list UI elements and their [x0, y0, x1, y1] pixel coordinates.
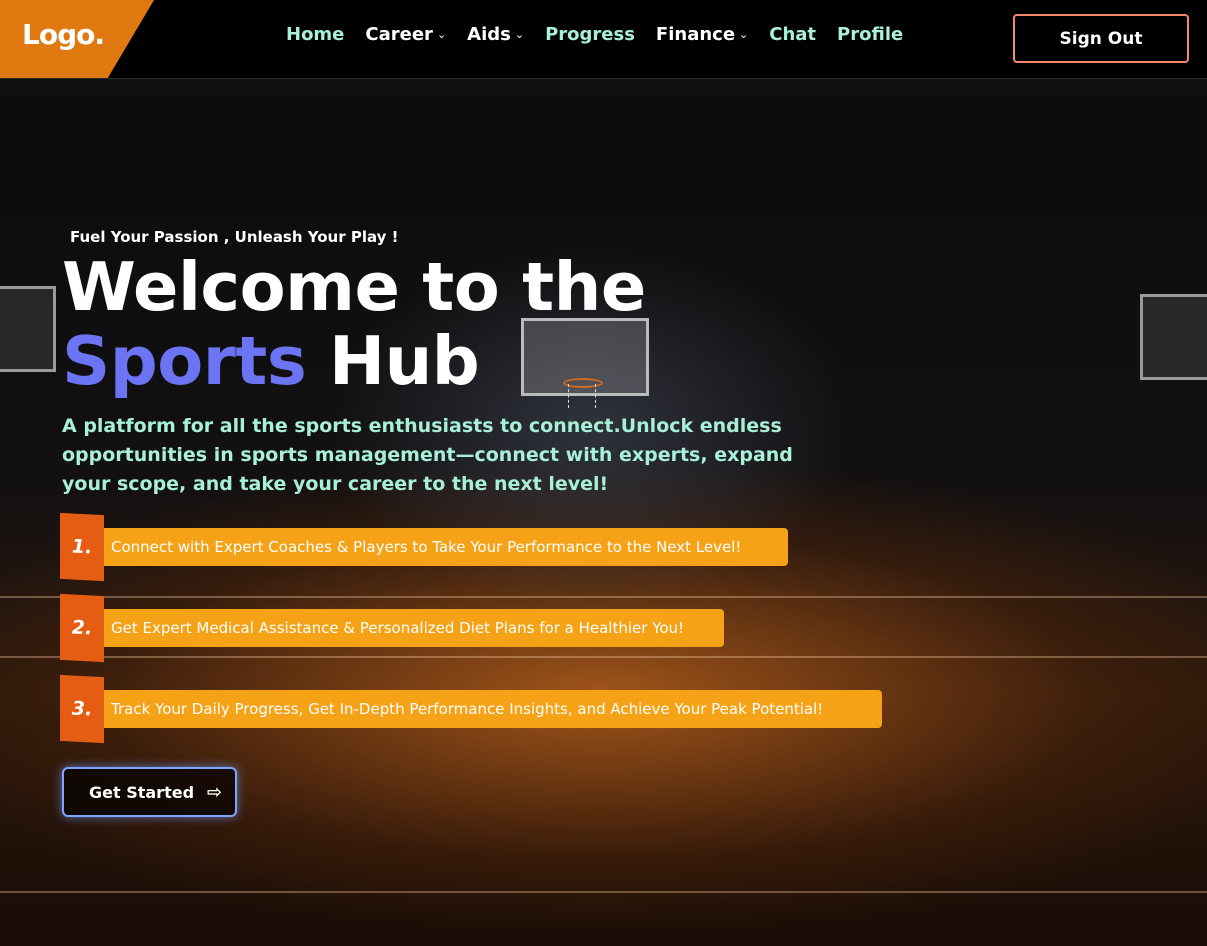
nav-item-profile[interactable]: Profile — [837, 24, 903, 45]
court-line — [0, 596, 1207, 598]
feature-text: Get Expert Medical Assistance & Personal… — [101, 609, 724, 647]
top-navbar: Logo. Home Career ⌄ Aids ⌄ Progress Financ… — [0, 0, 1207, 79]
sign-out-button[interactable]: Sign Out — [1013, 14, 1189, 63]
get-started-button[interactable]: Get Started ⇨ — [62, 767, 237, 817]
court-line — [0, 891, 1207, 893]
feature-text: Connect with Expert Coaches & Players to… — [101, 528, 788, 566]
arrow-right-icon: ⇨ — [207, 781, 223, 803]
backboard-right-image — [1140, 294, 1207, 380]
nav-item-label: Home — [286, 24, 345, 45]
hero-headline: Welcome to the Sports Hub — [62, 250, 646, 398]
hero-background — [0, 96, 1207, 946]
nav-item-label: Profile — [837, 24, 904, 45]
nav-item-label: Career — [365, 24, 433, 45]
headline-accent: Sports — [62, 322, 307, 400]
nav-item-chat[interactable]: Chat — [769, 24, 816, 45]
feature-number: 1. — [60, 512, 104, 582]
hero-description: A platform for all the sports enthusiast… — [62, 415, 793, 495]
feature-number: 2. — [60, 593, 104, 663]
court-line — [0, 656, 1207, 658]
headline-end: Hub — [306, 322, 480, 400]
nav-item-label: Finance — [655, 24, 736, 45]
nav-item-aids[interactable]: Aids ⌄ — [467, 24, 524, 45]
hero-tagline: Fuel Your Passion , Unleash Your Play ! — [70, 228, 399, 246]
nav-item-career[interactable]: Career ⌄ — [365, 24, 446, 45]
feature-number: 3. — [60, 674, 104, 744]
nav-item-label: Progress — [545, 24, 635, 45]
feature-text: Track Your Daily Progress, Get In-Depth … — [101, 690, 882, 728]
nav-item-home[interactable]: Home — [286, 24, 344, 45]
nav-links: Home Career ⌄ Aids ⌄ Progress Finance ⌄ Cha… — [286, 24, 924, 45]
chevron-down-icon: ⌄ — [436, 28, 447, 41]
backboard-left-image — [0, 286, 56, 372]
cta-label: Get Started — [89, 782, 195, 802]
chevron-down-icon: ⌄ — [514, 28, 525, 41]
logo-text: Logo. — [22, 18, 105, 51]
nav-item-finance[interactable]: Finance ⌄ — [656, 24, 748, 45]
nav-item-label: Aids — [467, 24, 511, 45]
nav-item-label: Chat — [769, 24, 817, 45]
chevron-down-icon: ⌄ — [739, 28, 749, 41]
nav-divider-strip — [0, 79, 1207, 96]
headline-line1: Welcome to the — [62, 248, 646, 326]
logo-badge[interactable]: Logo. — [0, 0, 154, 78]
nav-item-progress[interactable]: Progress — [545, 24, 635, 45]
